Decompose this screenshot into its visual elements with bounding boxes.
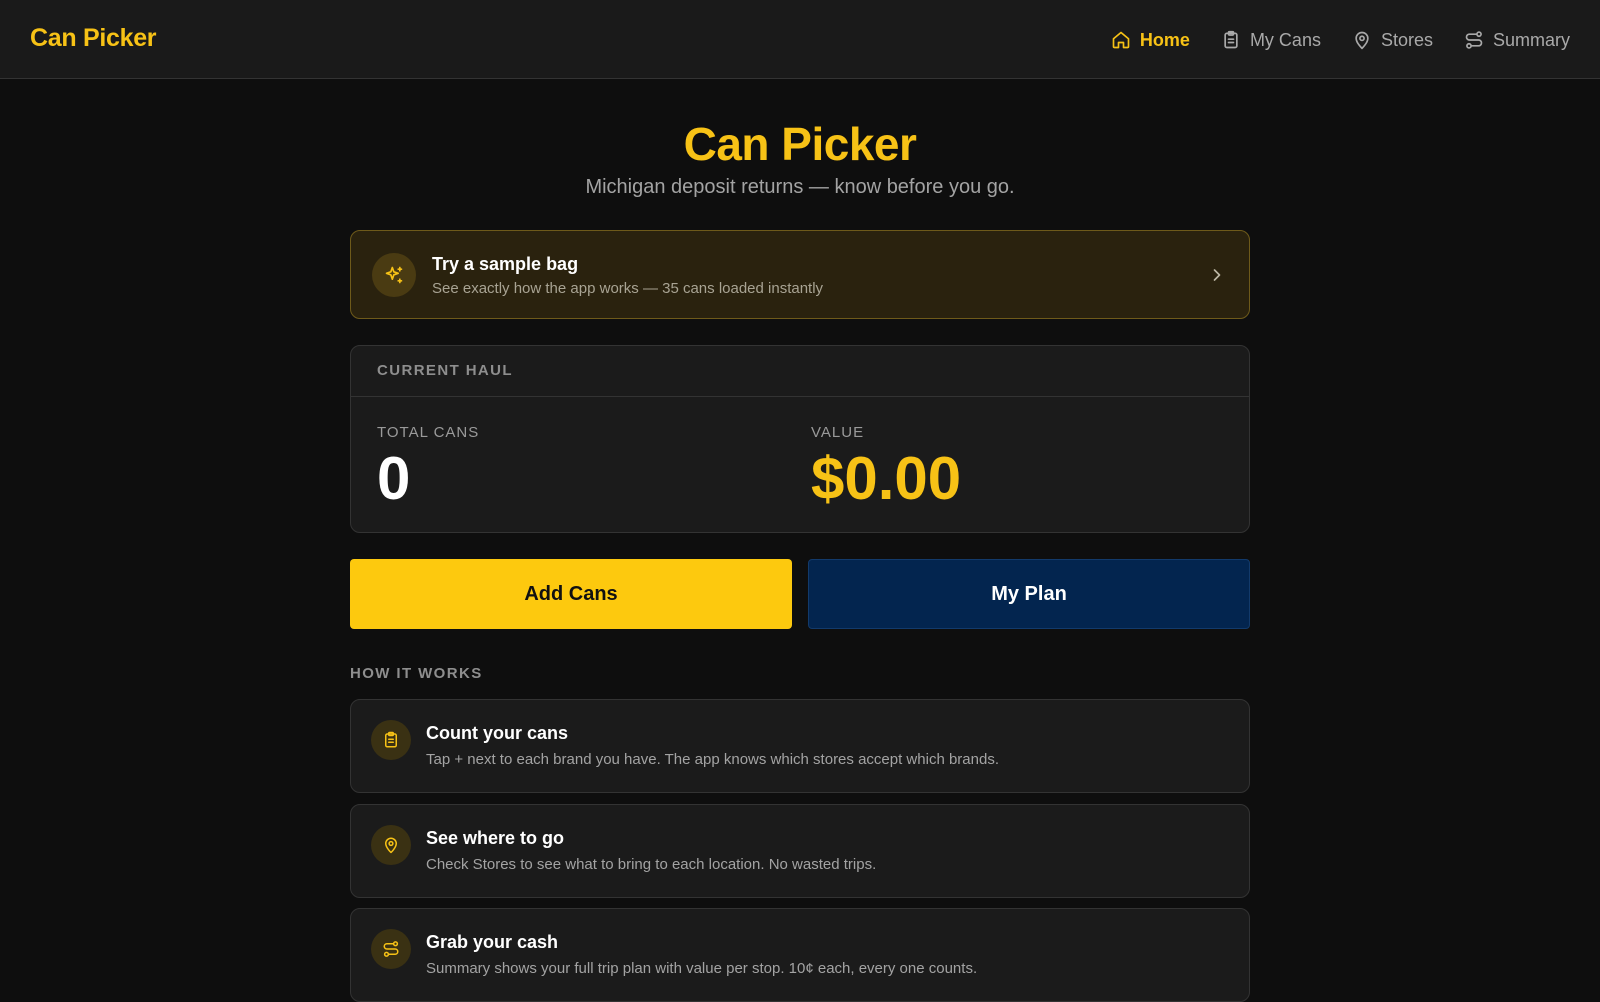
route-icon (383, 941, 399, 957)
step-card-count: Count your cans Tap + next to each brand… (350, 699, 1250, 793)
how-it-works-heading: HOW IT WORKS (350, 665, 483, 682)
brand-logo[interactable]: Can Picker (30, 24, 157, 53)
nav-item-label: Stores (1380, 29, 1433, 50)
step-description: Summary shows your full trip plan with v… (426, 960, 978, 977)
chevron-right-icon (1213, 269, 1221, 281)
route-icon (1465, 31, 1483, 49)
step-description: Tap + next to each brand you have. The a… (426, 751, 999, 768)
page-title: Can Picker (683, 118, 917, 170)
nav-item-home[interactable]: Home (1111, 30, 1190, 51)
nav-item-summary[interactable]: Summary (1464, 30, 1570, 51)
top-navigation-bar: Can Picker Home My Cans Stores Summary (0, 0, 1600, 79)
nav-item-stores[interactable]: Stores (1352, 30, 1433, 51)
nav-item-label: Summary (1492, 29, 1570, 50)
value-amount: $0.00 (811, 445, 962, 512)
primary-actions: Add Cans My Plan (350, 559, 1250, 629)
sample-bag-title: Try a sample bag (432, 254, 579, 274)
home-main: Can Picker Michigan deposit returns — kn… (350, 79, 1250, 1002)
step-title: See where to go (426, 828, 565, 848)
my-plan-button[interactable]: My Plan (808, 559, 1250, 629)
value-stat: VALUE $0.00 (811, 424, 961, 510)
step-description: Check Stores to see what to bring to eac… (426, 856, 877, 873)
step-card-cash: Grab your cash Summary shows your full t… (350, 908, 1250, 1002)
step-icon-badge (371, 825, 411, 865)
step-title: Grab your cash (426, 932, 559, 952)
current-haul-header: CURRENT HAUL (351, 346, 1249, 397)
step-title: Count your cans (426, 723, 569, 743)
page-subtitle: Michigan deposit returns — know before y… (585, 176, 1015, 198)
total-cans-label: TOTAL CANS (377, 424, 480, 441)
clipboard-icon (385, 731, 397, 748)
sample-icon-badge (372, 253, 416, 297)
current-haul-card: CURRENT HAUL TOTAL CANS 0 VALUE $0.00 (350, 345, 1250, 533)
total-cans-stat: TOTAL CANS 0 (377, 424, 479, 510)
main-nav: Home My Cans Stores Summary (1111, 26, 1570, 54)
step-icon-badge (371, 929, 411, 969)
nav-item-label: My Cans (1249, 29, 1321, 50)
total-cans-value: 0 (377, 445, 411, 512)
sample-bag-banner[interactable]: Try a sample bag See exactly how the app… (350, 230, 1250, 319)
sample-bag-description: See exactly how the app works — 35 cans … (432, 280, 824, 297)
nav-item-label: Home (1139, 29, 1190, 50)
value-label: VALUE (811, 424, 865, 441)
step-icon-badge (371, 720, 411, 760)
clipboard-icon (1224, 30, 1238, 49)
map-pin-icon (1355, 31, 1369, 50)
add-cans-button[interactable]: Add Cans (350, 559, 792, 629)
map-pin-icon (385, 837, 397, 854)
nav-item-my-cans[interactable]: My Cans (1221, 30, 1321, 51)
step-card-where: See where to go Check Stores to see what… (350, 804, 1250, 898)
home-icon (1112, 31, 1130, 49)
sparkles-icon (385, 266, 403, 284)
